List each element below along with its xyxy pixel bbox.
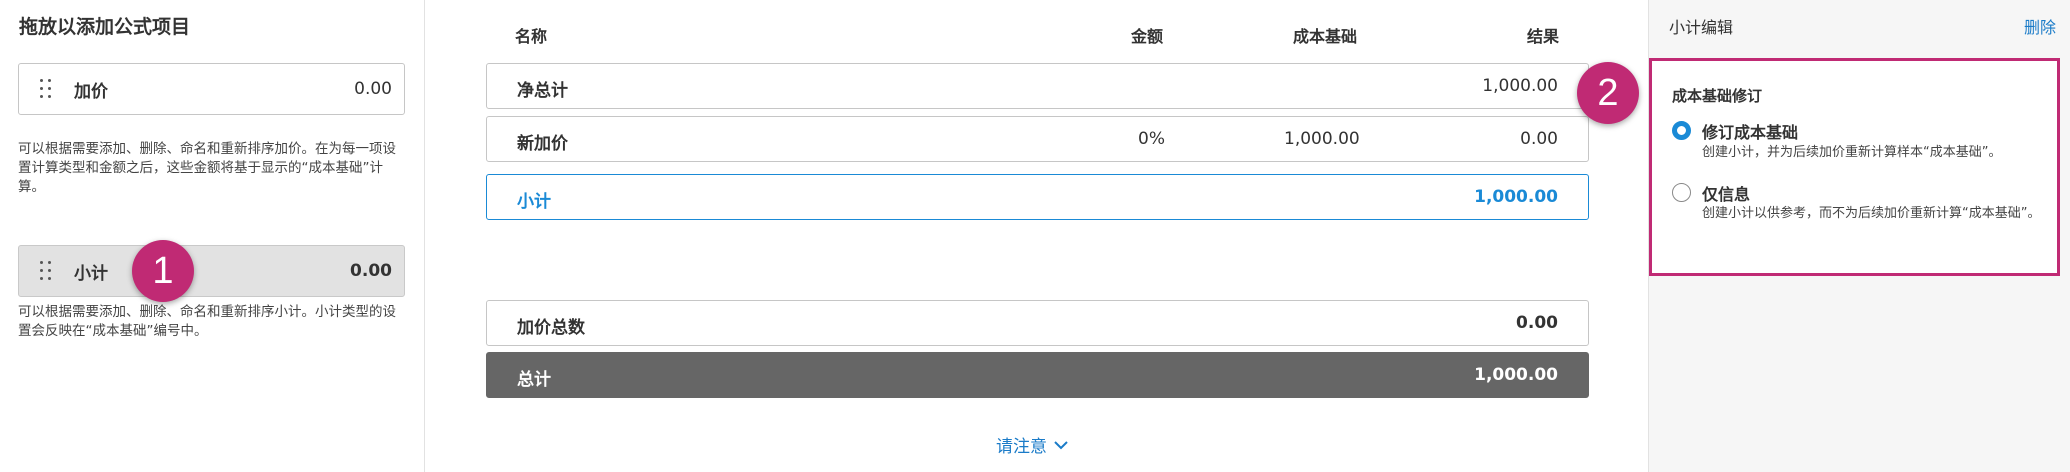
row-cost-basis: 1,000.00 xyxy=(1284,129,1360,149)
header-result: 结果 xyxy=(1527,27,1560,46)
subtotal-description: 可以根据需要添加、删除、命名和重新排序小计。小计类型的设置会反映在“成本基础”编… xyxy=(18,304,396,339)
table-row-new-markup[interactable]: 新加价 0% 1,000.00 0.00 xyxy=(486,116,1589,162)
cost-basis-revision-group: 成本基础修订 修订成本基础 创建小计，并为后续加价重新计算样本“成本基础”。 仅… xyxy=(1649,58,2060,276)
row-name: 总计 xyxy=(517,370,551,390)
drag-handle-icon[interactable] xyxy=(40,79,52,99)
delete-link[interactable]: 删除 xyxy=(2024,14,2056,38)
header-cost-basis: 成本基础 xyxy=(1293,27,1358,46)
row-result: 1,000.00 xyxy=(1482,76,1558,96)
subtotal-item-value: 0.00 xyxy=(350,261,392,281)
markup-item-value: 0.00 xyxy=(354,79,392,99)
table-row-markup-total: 加价总数 0.00 xyxy=(486,300,1589,346)
callout-badge-1: 1 xyxy=(132,240,194,302)
table-row-net-total[interactable]: 净总计 1,000.00 xyxy=(486,63,1589,109)
markup-description: 可以根据需要添加、删除、命名和重新排序加价。在为每一项设置计算类型和金额之后，这… xyxy=(18,141,396,195)
radio-info-only[interactable] xyxy=(1672,183,1691,202)
panel-title: 拖放以添加公式项目 xyxy=(19,16,191,38)
header-name: 名称 xyxy=(515,27,548,46)
row-name: 小计 xyxy=(517,192,551,212)
radio-desc-info: 创建小计以供参考，而不为后续加价重新计算“成本基础”。 xyxy=(1702,206,2041,221)
row-result: 0.00 xyxy=(1516,313,1558,333)
row-amount: 0% xyxy=(1138,129,1165,149)
drag-handle-icon[interactable] xyxy=(40,261,52,281)
formula-table: 名称 金额 成本基础 结果 净总计 1,000.00 新加价 0% 1,000.… xyxy=(426,0,1648,472)
edit-panel-title: 小计编辑 xyxy=(1669,18,1734,37)
formula-items-panel: 拖放以添加公式项目 加价 0.00 可以根据需要添加、删除、命名和重新排序加价。… xyxy=(0,0,425,472)
subtotal-edit-panel: 小计编辑 删除 成本基础修订 修订成本基础 创建小计，并为后续加价重新计算样本“… xyxy=(1648,0,2070,472)
markup-item-name: 加价 xyxy=(74,81,108,102)
row-name: 净总计 xyxy=(517,81,568,101)
table-row-subtotal-selected[interactable]: 小计 1,000.00 xyxy=(486,174,1589,220)
subtotal-item-name: 小计 xyxy=(74,263,108,284)
row-result: 1,000.00 xyxy=(1474,365,1558,385)
header-amount: 金额 xyxy=(1131,27,1164,46)
radio-revise-cost-basis[interactable] xyxy=(1672,121,1691,140)
row-name: 加价总数 xyxy=(517,318,585,338)
row-result: 0.00 xyxy=(1520,129,1558,149)
chevron-down-icon xyxy=(1054,440,1068,449)
table-row-grand-total: 总计 1,000.00 xyxy=(486,352,1589,398)
markup-draggable-item[interactable]: 加价 0.00 xyxy=(18,63,405,115)
callout-badge-2: 2 xyxy=(1577,62,1639,124)
row-name: 新加价 xyxy=(517,134,568,154)
radio-desc-revise: 创建小计，并为后续加价重新计算样本“成本基础”。 xyxy=(1702,145,2002,160)
radio-label-info[interactable]: 仅信息 xyxy=(1702,181,1750,205)
note-toggle[interactable]: 请注意 xyxy=(996,432,1069,457)
section-title: 成本基础修订 xyxy=(1672,87,1763,105)
note-label: 请注意 xyxy=(996,437,1047,457)
radio-label-revise[interactable]: 修订成本基础 xyxy=(1702,119,1798,143)
subtotal-draggable-item[interactable]: 小计 0.00 xyxy=(18,245,405,297)
row-result: 1,000.00 xyxy=(1474,187,1558,207)
